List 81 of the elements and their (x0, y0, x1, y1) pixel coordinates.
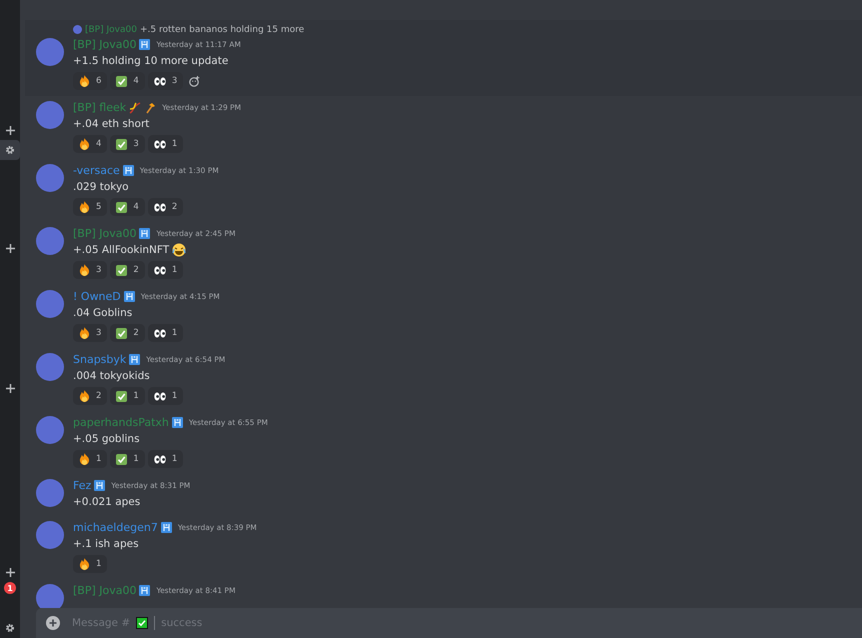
message-text: +0.021 apes (73, 496, 140, 508)
message-text: +1.5 holding 10 more update (73, 55, 228, 67)
avatar[interactable] (36, 101, 64, 129)
message-text: .04 Goblins (73, 307, 132, 319)
fire-icon (79, 264, 90, 276)
check-icon (116, 390, 128, 402)
reaction-button[interactable]: 4 (110, 72, 145, 90)
reaction-button[interactable]: 1 (148, 135, 184, 153)
reaction-button[interactable]: 2 (73, 387, 108, 405)
eyes-icon (154, 76, 166, 86)
reaction-button[interactable]: 1 (148, 261, 184, 279)
reaction-button[interactable]: 1 (110, 450, 145, 468)
reaction-button[interactable]: 2 (110, 324, 145, 342)
avatar[interactable] (36, 290, 64, 318)
reaction-button[interactable]: 2 (110, 261, 145, 279)
reaction-button[interactable]: 5 (73, 198, 108, 216)
reaction-button[interactable]: 1 (148, 324, 184, 342)
avatar[interactable] (36, 416, 64, 444)
check-icon (116, 138, 128, 150)
reaction-button[interactable]: 3 (73, 324, 108, 342)
avatar[interactable] (36, 353, 64, 381)
fire-icon (79, 75, 90, 87)
message-text: +.05 goblins (73, 433, 140, 445)
reaction-button[interactable]: 6 (73, 72, 108, 90)
message-text: +.1 ish apes (73, 538, 139, 550)
author-name[interactable]: ! OwneD (73, 290, 121, 303)
reaction-button[interactable]: 2 (148, 198, 184, 216)
reaction-button[interactable]: 1 (73, 555, 108, 573)
check-icon (116, 76, 128, 86)
avatar[interactable] (36, 521, 64, 549)
author-name[interactable]: michaeldegen7 (73, 521, 158, 534)
avatar[interactable] (36, 38, 64, 66)
avatar[interactable] (36, 479, 64, 507)
reaction-button[interactable]: 1 (148, 450, 184, 468)
check-icon (116, 454, 128, 464)
plus-icon (6, 244, 14, 252)
eyes-icon (154, 454, 166, 464)
settings-button[interactable] (0, 140, 20, 160)
check-icon (116, 202, 128, 212)
message-text: +.04 eth short (73, 118, 150, 130)
add-icon[interactable] (46, 616, 60, 630)
avatar[interactable] (36, 584, 64, 608)
eyes-icon (154, 392, 166, 400)
fire-icon (79, 558, 90, 570)
plus-icon (6, 126, 14, 134)
reply-text: +.5 rotten bananos holding 15 more (140, 24, 304, 34)
message-text: .004 tokyokids (73, 370, 150, 382)
reaction-button[interactable]: 4 (73, 135, 108, 153)
reaction-button[interactable]: 1 (148, 387, 184, 405)
fire-icon (79, 453, 90, 465)
author-name[interactable]: Fez (73, 479, 92, 492)
reaction-button[interactable]: 4 (110, 198, 145, 216)
reaction-button[interactable]: 1 (73, 450, 108, 468)
message-text: .029 tokyo (73, 181, 129, 193)
reaction-button[interactable]: 1 (110, 387, 145, 405)
fire-icon (79, 390, 90, 402)
fire-icon (79, 138, 90, 150)
author-name[interactable]: -versace (73, 164, 120, 177)
check-icon (136, 617, 148, 629)
notification-badge: 1 (4, 582, 16, 594)
plus-icon (6, 568, 14, 576)
fire-icon (79, 327, 90, 339)
check-icon (116, 264, 128, 276)
eyes-icon (154, 140, 166, 148)
reply-avatar-icon (73, 25, 82, 34)
avatar[interactable] (36, 164, 64, 192)
settings-icon (5, 145, 15, 155)
author-name[interactable]: Snapsbyk (73, 353, 126, 366)
settings-icon (5, 623, 15, 633)
eyes-icon (154, 266, 166, 274)
reaction-button[interactable]: 3 (148, 72, 184, 90)
eyes-icon (154, 202, 166, 212)
eyes-icon (154, 328, 166, 338)
fire-icon (79, 201, 90, 213)
avatar[interactable] (36, 227, 64, 255)
add-reaction-icon[interactable] (189, 76, 200, 86)
plus-icon (6, 384, 14, 392)
message-text: +.05 AllFookinNFT (73, 244, 170, 256)
reaction-button[interactable]: 3 (73, 261, 108, 279)
check-icon (116, 328, 128, 338)
reaction-button[interactable]: 3 (110, 135, 145, 153)
